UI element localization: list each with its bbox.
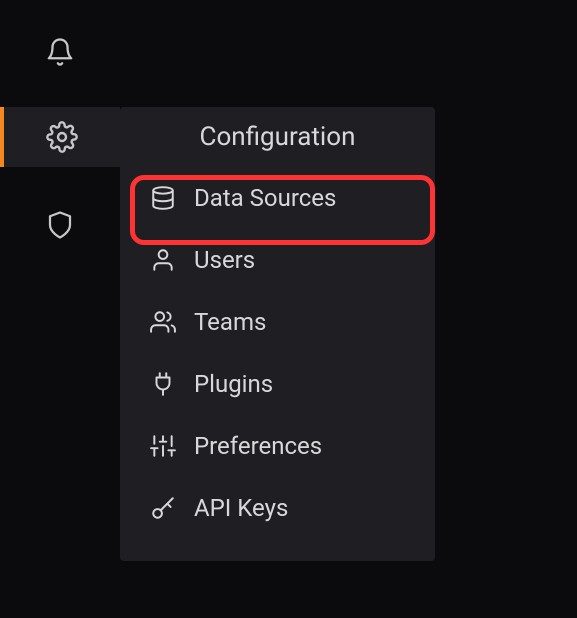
database-icon xyxy=(150,185,176,211)
sidebar-item-server-admin[interactable] xyxy=(0,195,120,255)
users-icon xyxy=(150,309,176,335)
sidebar-item-configuration[interactable] xyxy=(4,107,120,167)
shield-icon xyxy=(45,208,75,242)
flyout-item-label: API Keys xyxy=(194,494,288,522)
flyout-item-label: Teams xyxy=(194,308,266,336)
flyout-title: Configuration xyxy=(120,107,435,167)
flyout-item-label: Data Sources xyxy=(194,184,336,212)
flyout-item-data-sources[interactable]: Data Sources xyxy=(120,167,435,229)
flyout-item-teams[interactable]: Teams xyxy=(120,291,435,353)
key-icon xyxy=(150,495,176,521)
sliders-icon xyxy=(150,433,176,459)
sidebar-item-alerts[interactable] xyxy=(0,22,120,82)
bell-icon xyxy=(45,37,75,67)
flyout-item-preferences[interactable]: Preferences xyxy=(120,415,435,477)
plug-icon xyxy=(150,371,176,397)
configuration-flyout: Configuration Data Sources Users Teams xyxy=(120,107,435,561)
flyout-item-users[interactable]: Users xyxy=(120,229,435,291)
gear-icon xyxy=(46,121,78,153)
flyout-item-label: Users xyxy=(194,246,255,274)
flyout-item-plugins[interactable]: Plugins xyxy=(120,353,435,415)
flyout-item-label: Preferences xyxy=(194,432,322,460)
flyout-item-api-keys[interactable]: API Keys xyxy=(120,477,435,539)
sidebar xyxy=(0,0,120,618)
user-icon xyxy=(150,247,176,273)
flyout-item-label: Plugins xyxy=(194,370,273,398)
